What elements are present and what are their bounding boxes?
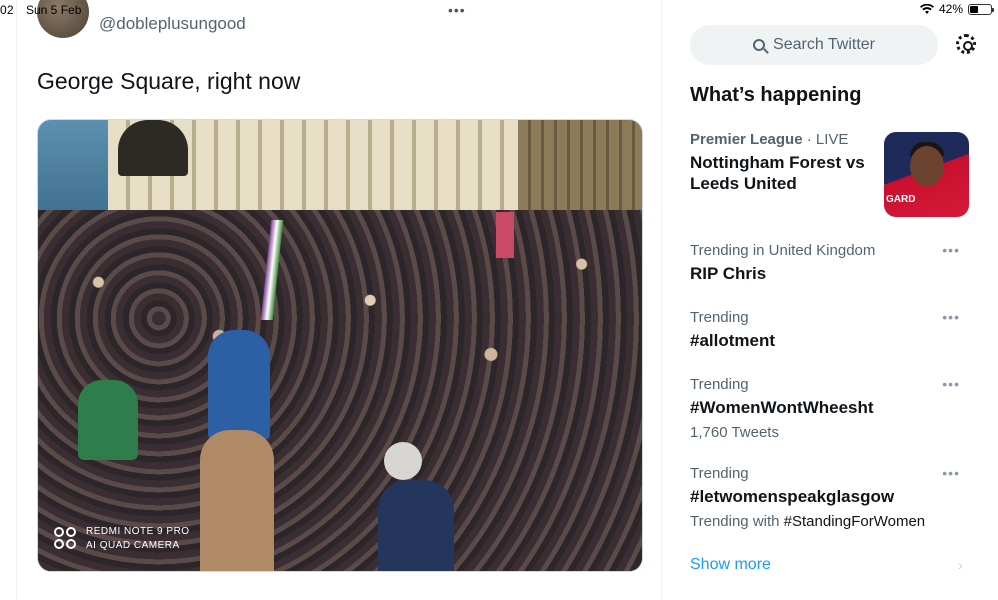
more-options-icon[interactable]: ••• [942, 242, 960, 258]
thumbnail-shirt-text: GARD [886, 194, 916, 205]
search-placeholder: Search Twitter [773, 36, 875, 53]
trend-meta: Trending [690, 465, 749, 482]
trend-meta: Trending [690, 376, 749, 393]
photo-person-head [384, 442, 422, 480]
trend-related-tag[interactable]: #StandingForWomen [784, 513, 925, 530]
sidebar: Search Twitter What’s happening Premier … [690, 0, 980, 600]
search-icon [753, 39, 766, 51]
battery-percent: 42% [938, 2, 963, 16]
trend-name: RIP Chris [690, 264, 767, 283]
status-time: 02 [0, 3, 14, 17]
trend-item[interactable]: Trending #WomenWontWheesht 1,760 Tweets … [690, 376, 972, 441]
news-live: LIVE [815, 131, 849, 148]
more-options-icon[interactable]: ••• [942, 376, 960, 392]
battery-icon [968, 3, 994, 15]
camera-watermark: REDMI NOTE 9 PRO AI QUAD CAMERA [54, 525, 190, 553]
more-options-icon[interactable]: ••• [942, 465, 960, 481]
battery-fill [970, 5, 979, 13]
thumbnail-face [910, 146, 944, 186]
photo-banner [496, 212, 514, 258]
photo-statue [118, 120, 188, 176]
photo-person [78, 380, 138, 460]
trend-name: #allotment [690, 331, 776, 350]
tweet-photo[interactable]: REDMI NOTE 9 PRO AI QUAD CAMERA [37, 119, 643, 572]
trend-meta: Trending [690, 309, 749, 326]
section-title: What’s happening [690, 84, 862, 106]
trend-related-prefix: Trending with [690, 513, 784, 530]
more-options-icon[interactable]: ••• [942, 309, 960, 325]
trend-item[interactable]: Trending in United Kingdom RIP Chris ••• [690, 242, 972, 284]
photo-person [378, 480, 454, 571]
news-title: Nottingham Forest vs Leeds United [690, 153, 865, 193]
news-category: Premier League [690, 131, 803, 148]
tweet-column: @dobleplusungood George Square, right no… [16, 0, 662, 600]
camera-lens-icon [54, 527, 78, 551]
photo-building [38, 120, 108, 220]
trend-item[interactable]: Trending #letwomenspeakglasgow Trending … [690, 465, 972, 530]
news-item[interactable]: Premier League · LIVE Nottingham Forest … [690, 131, 972, 221]
photo-building [518, 120, 642, 220]
trend-item[interactable]: Trending #allotment ••• [690, 309, 972, 351]
watermark-line2: AI QUAD CAMERA [86, 540, 180, 551]
tweet-text: George Square, right now [37, 68, 301, 94]
trend-name: #WomenWontWheesht [690, 398, 874, 417]
search-input[interactable]: Search Twitter [690, 25, 938, 65]
watermark-line1: REDMI NOTE 9 PRO [86, 526, 190, 537]
news-separator: · [802, 131, 816, 148]
trend-related: Trending with #StandingForWomen [690, 513, 972, 530]
status-date: Sun 5 Feb [26, 3, 82, 17]
trend-name: #letwomenspeakglasgow [690, 487, 895, 506]
status-bar: 02 Sun 5 Feb ••• 42% [0, 0, 998, 20]
wifi-icon [919, 3, 934, 14]
status-right: 42% [919, 2, 994, 16]
photo-person [200, 430, 274, 571]
settings-gear-icon[interactable] [956, 34, 976, 54]
chevron-right-icon[interactable]: › [958, 557, 963, 573]
multitasking-dots-icon[interactable]: ••• [448, 2, 466, 18]
photo-person [208, 330, 270, 440]
trend-tweet-count: 1,760 Tweets [690, 424, 779, 441]
show-more-link[interactable]: Show more [690, 556, 771, 574]
news-thumbnail: GARD [884, 132, 969, 217]
news-meta: Premier League · LIVE [690, 131, 875, 148]
trend-meta: Trending in United Kingdom [690, 242, 876, 259]
